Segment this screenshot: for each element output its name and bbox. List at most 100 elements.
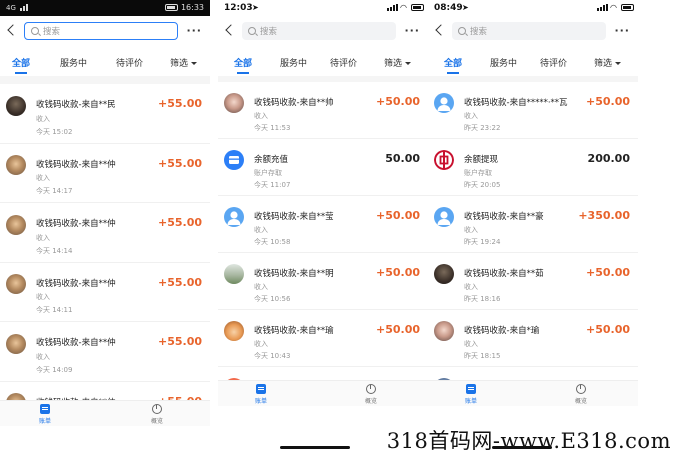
back-button[interactable]	[222, 22, 238, 38]
user-photo-avatar	[224, 264, 244, 285]
bill-icon	[256, 384, 266, 394]
transaction-category: 收入	[254, 225, 268, 234]
back-button[interactable]	[4, 22, 20, 38]
chevron-down-icon	[405, 62, 412, 65]
status-time: 08:49	[434, 3, 463, 13]
transaction-amount: +350.00	[578, 208, 630, 222]
default-avatar-icon	[434, 93, 454, 114]
transaction-row[interactable]: 收钱码收款-来自**茹 收入 昨天 18:16 +50.00	[428, 253, 638, 310]
transaction-row[interactable]: 余额充值 账户存取 今天 11:07 50.00	[218, 139, 428, 196]
chevron-down-icon	[615, 62, 622, 65]
transaction-time: 昨天 20:05	[464, 181, 501, 190]
tab-label: 待评价	[330, 59, 358, 69]
tab-bill-label: 账单	[464, 398, 477, 405]
watermark-text: 318首码网-www.E318.com	[386, 429, 671, 453]
tab-label: 服务中	[490, 59, 518, 69]
filter-dropdown[interactable]: 筛选	[594, 56, 622, 69]
user-photo-avatar	[434, 321, 454, 342]
tab-label: 全部	[444, 59, 463, 69]
transaction-time: 今天 14:11	[36, 306, 73, 315]
tab-overview[interactable]: 概览	[356, 384, 386, 405]
transaction-amount: +55.00	[157, 275, 202, 289]
transaction-time: 昨天 19:24	[464, 238, 501, 247]
transaction-category: 收入	[254, 282, 268, 291]
transaction-title: 收钱码收款-来自**茹	[464, 268, 544, 279]
transaction-time: 今天 10:58	[254, 238, 291, 247]
transaction-time: 今天 14:09	[36, 365, 73, 374]
transaction-row[interactable]: 收钱码收款-来自*****·**瓦 收入 昨天 23:22 +50.00	[428, 82, 638, 139]
transaction-row[interactable]: 收钱码收款-来自**明 收入 今天 10:56 +50.00	[218, 253, 428, 310]
transaction-amount: 200.00	[587, 151, 630, 165]
transaction-row[interactable]: 收钱码收款-来自*瑜 收入 昨天 18:15 +50.00	[428, 310, 638, 367]
transaction-row[interactable]: 收钱码收款-来自**豪 收入 昨天 19:24 +350.00	[428, 196, 638, 253]
tab-in-service[interactable]: 服务中	[60, 56, 87, 69]
search-input[interactable]: 搜索	[24, 22, 178, 40]
location-arrow-icon: ➤	[252, 3, 259, 12]
transaction-row[interactable]: 收钱码收款-来自**民 收入 今天 15:02 +55.00	[0, 84, 210, 144]
battery-icon	[165, 4, 178, 11]
tab-all[interactable]: 全部	[444, 56, 463, 74]
tab-bill[interactable]: 账单	[456, 384, 486, 405]
tab-bill[interactable]: 账单	[30, 404, 60, 425]
bill-icon	[40, 404, 50, 414]
transaction-row[interactable]: 收钱码收款-来自**仲 收入 今天 14:17 +55.00	[0, 144, 210, 203]
tab-overview[interactable]: 概览	[566, 384, 596, 405]
search-icon	[248, 27, 256, 35]
status-bar: 12:03 ➤ ◠	[218, 0, 428, 16]
filter-tabs: 全部 服务中 待评价 筛选	[0, 46, 210, 76]
search-placeholder: 搜索	[43, 27, 61, 37]
tab-overview[interactable]: 概览	[142, 404, 172, 425]
status-bar: 08:49 ➤ ◠	[428, 0, 638, 16]
tab-all[interactable]: 全部	[12, 56, 30, 74]
more-options-button[interactable]: ···	[614, 24, 630, 37]
more-options-button[interactable]: ···	[404, 24, 420, 37]
transaction-time: 昨天 23:22	[464, 124, 501, 133]
tab-to-review[interactable]: 待评价	[116, 56, 143, 69]
bank-logo-icon	[434, 150, 454, 171]
search-input[interactable]: 搜索	[242, 22, 396, 40]
status-bar: 4G 16:33	[0, 0, 210, 16]
more-options-button[interactable]: ···	[186, 24, 202, 37]
transaction-row[interactable]: 余额提现 账户存取 昨天 20:05 200.00	[428, 139, 638, 196]
transaction-row[interactable]: 收钱码收款-来自**瑜 收入 今天 10:43 +50.00	[218, 310, 428, 367]
transaction-category: 收入	[464, 282, 478, 291]
transaction-title: 收钱码收款-来自**民	[36, 100, 116, 111]
transaction-title: 收钱码收款-来自**仲	[36, 219, 116, 230]
transaction-time: 今天 11:07	[254, 181, 291, 190]
transaction-title: 收钱码收款-来自*****·**瓦	[464, 97, 568, 108]
tab-label: 待评价	[116, 59, 144, 69]
transaction-row[interactable]: 收钱码收款-来自**仲 收入 今天 14:09 +55.00	[0, 322, 210, 382]
search-input[interactable]: 搜索	[452, 22, 606, 40]
bottom-tab-bar: 账单 概览	[0, 400, 210, 426]
tab-to-review[interactable]: 待评价	[330, 56, 357, 69]
bill-icon	[466, 384, 476, 394]
tab-bill[interactable]: 账单	[246, 384, 276, 405]
tab-all[interactable]: 全部	[234, 56, 252, 74]
transaction-amount: +50.00	[375, 322, 420, 336]
transaction-row[interactable]: 收钱码收款-来自**莹 收入 今天 10:58 +50.00	[218, 196, 428, 253]
transaction-row[interactable]: 收钱码收款-来自**帅 收入 今天 11:53 +50.00	[218, 82, 428, 139]
transaction-row[interactable]: 收钱码收款-来自**仲 收入 今天 14:14 +55.00	[0, 203, 210, 263]
transaction-amount: +50.00	[375, 94, 420, 108]
transaction-row[interactable]: 收钱码收款-来自**仲 收入 今天 14:11 +55.00	[0, 263, 210, 322]
user-photo-avatar	[6, 95, 26, 116]
transaction-category: 账户存取	[254, 168, 282, 177]
default-avatar-icon	[224, 207, 244, 228]
tab-label: 服务中	[60, 59, 88, 69]
tab-bill-label: 账单	[38, 418, 51, 425]
tab-in-service[interactable]: 服务中	[490, 56, 517, 69]
transaction-title: 收钱码收款-来自**仲	[36, 278, 116, 289]
signal-icon	[20, 4, 28, 11]
transaction-time: 今天 14:14	[36, 246, 73, 255]
top-nav: 搜索 ···	[218, 16, 428, 46]
tab-in-service[interactable]: 服务中	[280, 56, 307, 69]
back-button[interactable]	[432, 22, 448, 38]
transaction-amount: +50.00	[585, 265, 630, 279]
transaction-title: 收钱码收款-来自**瑜	[254, 325, 334, 336]
filter-dropdown[interactable]: 筛选	[170, 56, 198, 69]
filter-dropdown[interactable]: 筛选	[384, 56, 412, 69]
tab-to-review[interactable]: 待评价	[540, 56, 567, 69]
transaction-title: 收钱码收款-来自**仲	[36, 159, 116, 170]
transaction-category: 收入	[36, 233, 50, 242]
location-arrow-icon: ➤	[462, 3, 469, 12]
